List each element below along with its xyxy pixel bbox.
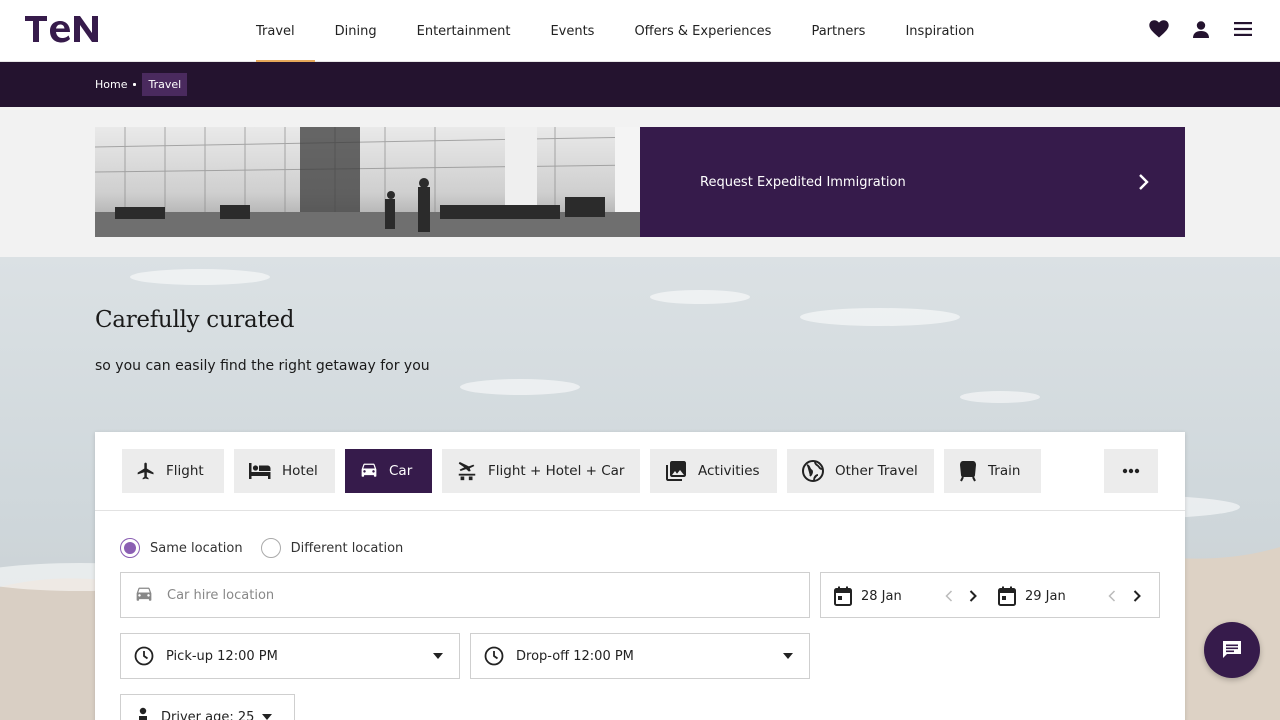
tab-flight[interactable]: Flight [122, 449, 224, 493]
more-tabs-button[interactable] [1104, 449, 1158, 493]
hero-headline: Carefully curated [95, 307, 295, 333]
caret-down-icon [783, 653, 793, 659]
tab-label: Flight [166, 463, 204, 479]
heart-icon[interactable] [1148, 18, 1170, 40]
tab-flight-hotel-car[interactable]: Flight + Hotel + Car [442, 449, 640, 493]
header-actions [1148, 18, 1254, 40]
pickup-time-select[interactable]: Pick-up 12:00 PM [120, 633, 460, 679]
bed-icon [249, 463, 271, 479]
dropoff-date[interactable]: 29 Jan [998, 573, 1066, 619]
clock-icon [134, 646, 154, 666]
nav-item-partners[interactable]: Partners [791, 0, 885, 62]
tab-label: Activities [698, 463, 760, 479]
dropoff-date-text: 29 Jan [1025, 588, 1066, 604]
travel-type-tabs: Flight Hotel Car Flight + Hotel + Car Ac… [95, 432, 1185, 511]
nav-item-entertainment[interactable]: Entertainment [397, 0, 531, 62]
plane-icon [137, 462, 154, 480]
different-location-radio[interactable] [260, 538, 281, 558]
user-icon[interactable] [1190, 18, 1212, 40]
menu-icon[interactable] [1232, 18, 1254, 40]
chevron-right-icon [1133, 590, 1141, 602]
chevron-left-icon [1108, 590, 1116, 602]
tab-car[interactable]: Car [345, 449, 432, 493]
chevron-right-icon [969, 590, 977, 602]
tab-label: Train [988, 463, 1021, 479]
expedited-immigration-banner[interactable]: Request Expedited Immigration [640, 127, 1185, 237]
car-hire-location-field [120, 572, 810, 618]
date-range-field: 28 Jan 29 Jan [820, 572, 1160, 618]
breadcrumb-home[interactable]: Home [95, 73, 127, 96]
calendar-icon [998, 586, 1016, 606]
chevron-right-icon [1139, 174, 1149, 190]
clock-icon [484, 646, 504, 666]
car-icon [136, 587, 152, 601]
dropoff-time-select[interactable]: Drop-off 12:00 PM [470, 633, 810, 679]
nav-item-offers[interactable]: Offers & Experiences [614, 0, 791, 62]
nav-item-dining[interactable]: Dining [315, 0, 397, 62]
tab-hotel[interactable]: Hotel [234, 449, 335, 493]
car-hire-location-input[interactable] [167, 587, 767, 603]
airport-terminal-image [95, 127, 640, 237]
car-icon [361, 463, 377, 477]
breadcrumb-separator [133, 83, 137, 86]
tab-label: Other Travel [835, 463, 918, 479]
driver-age-value: Driver age: 25 [161, 709, 255, 720]
site-header: Travel Dining Entertainment Events Offer… [0, 0, 1280, 62]
dropoff-date-next-button[interactable] [1129, 588, 1145, 604]
travel-search-panel: Flight Hotel Car Flight + Hotel + Car Ac… [95, 432, 1185, 720]
globe-icon [802, 460, 824, 482]
hero-subline: so you can easily find the right getaway… [95, 358, 430, 374]
breadcrumb: Home Travel [95, 73, 188, 96]
tab-label: Flight + Hotel + Car [488, 463, 625, 479]
pickup-date-next-button[interactable] [965, 588, 981, 604]
nav-item-events[interactable]: Events [530, 0, 614, 62]
package-icon [458, 461, 476, 481]
breadcrumb-current: Travel [142, 73, 188, 96]
ten-logo[interactable] [25, 14, 105, 44]
same-location-radio[interactable] [120, 538, 140, 558]
pickup-date-text: 28 Jan [861, 588, 902, 604]
tab-train[interactable]: Train [944, 449, 1041, 493]
nav-item-inspiration[interactable]: Inspiration [885, 0, 994, 62]
caret-down-icon [433, 653, 443, 659]
driver-age-select[interactable]: Driver age: 25 [120, 694, 295, 720]
photos-icon [666, 461, 686, 481]
tab-label: Hotel [282, 463, 318, 479]
caret-down-icon [262, 714, 273, 720]
breadcrumb-bar: Home Travel [0, 62, 1280, 107]
dropoff-date-prev-button[interactable] [1104, 588, 1120, 604]
tab-activities[interactable]: Activities [650, 449, 777, 493]
tab-other-travel[interactable]: Other Travel [787, 449, 934, 493]
main-nav: Travel Dining Entertainment Events Offer… [236, 0, 994, 62]
banner-cta-label: Request Expedited Immigration [700, 174, 906, 190]
chevron-left-icon [945, 590, 953, 602]
tab-label: Car [389, 463, 413, 479]
pickup-date[interactable]: 28 Jan [834, 573, 902, 619]
different-location-label[interactable]: Different location [291, 541, 404, 556]
chat-button[interactable] [1204, 622, 1260, 678]
person-icon [139, 707, 147, 720]
same-location-label[interactable]: Same location [150, 541, 243, 556]
more-horizontal-icon [1122, 468, 1140, 474]
nav-item-travel[interactable]: Travel [236, 0, 315, 62]
dropoff-time-value: Drop-off 12:00 PM [516, 648, 634, 664]
chat-icon [1223, 641, 1241, 658]
pickup-date-prev-button[interactable] [941, 588, 957, 604]
train-icon [960, 461, 976, 482]
location-mode-radios: Same location Different location [120, 538, 421, 558]
pickup-time-value: Pick-up 12:00 PM [166, 648, 278, 664]
calendar-icon [834, 586, 852, 606]
